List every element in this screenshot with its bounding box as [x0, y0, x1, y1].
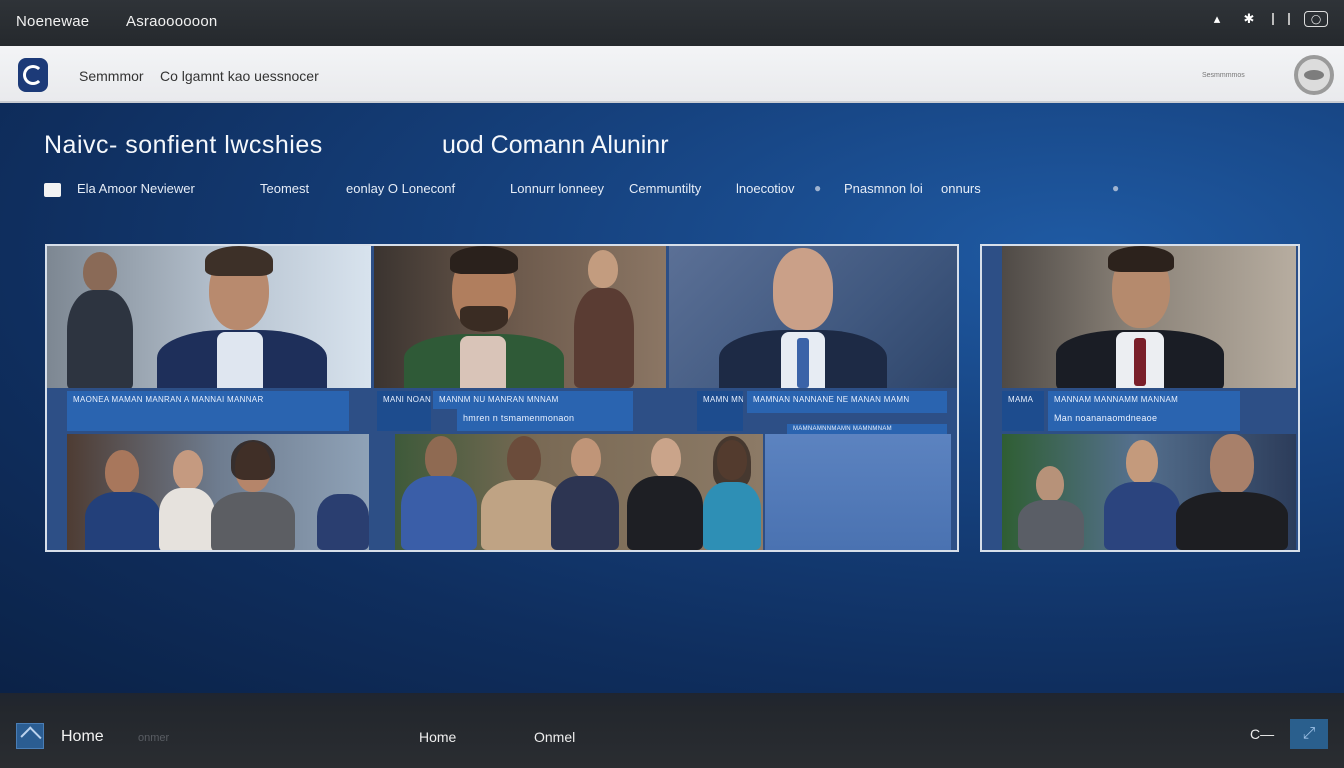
filter-row: Ela Amoor Neviewer Teomest eonlay O Lone…	[44, 181, 1144, 201]
filter-checkbox[interactable]	[44, 183, 61, 197]
main-content: Naivc- sonfient lwcshies uod Comann Alun…	[0, 103, 1344, 693]
person-photo	[701, 434, 763, 550]
bottom-link-onmel[interactable]: Onmel	[534, 729, 575, 745]
app-header: Semmmor Co lgamnt kao uessnocer Sesmmmmo…	[0, 46, 1344, 103]
caption-strip: MANNAM MANNAMM MANNAM	[1048, 391, 1240, 409]
person-photo	[147, 246, 337, 388]
divider-icon	[1288, 13, 1290, 25]
system-top-bar: Noenewae Asraoooooon ▴ ✱ ◯	[0, 0, 1344, 46]
filter-item[interactable]: eonlay O Loneconf	[346, 181, 455, 196]
photo-tile[interactable]	[1002, 434, 1296, 550]
caption-strip: MAMNAN NANNANE NE MANAN MAMN	[747, 391, 947, 413]
info-icon: ●	[814, 181, 822, 195]
avatar[interactable]	[1294, 55, 1334, 95]
photo-tile[interactable]	[395, 434, 763, 550]
person-photo	[81, 446, 165, 550]
header-nav-item-1[interactable]: Semmmor	[79, 68, 144, 84]
caption-strip: MAONEA MAMAN MANRAN A MANNAI MANNAR	[67, 391, 349, 431]
bottom-ghost-label: onmer	[138, 732, 170, 744]
logo-icon[interactable]	[18, 58, 48, 92]
filter-item[interactable]: Pnasmnon loi	[844, 181, 923, 196]
person-photo	[65, 246, 135, 388]
expand-icon[interactable]: ⤢	[1290, 719, 1328, 749]
person-photo	[1172, 434, 1292, 550]
person-photo	[570, 246, 640, 388]
settings-icon[interactable]: ✱	[1240, 10, 1258, 28]
person-photo	[394, 246, 564, 388]
window-icon[interactable]: ◯	[1304, 11, 1328, 27]
divider-icon	[1272, 13, 1274, 25]
bottom-right-key[interactable]: C—	[1250, 726, 1274, 742]
caption-strip: MAMN MN	[697, 391, 743, 431]
person-photo	[713, 246, 893, 388]
top-right-controls: ▴ ✱ ◯	[1208, 10, 1328, 28]
caption-strip: MANNM NU MANRAN MNNAM	[433, 391, 633, 409]
top-left-title: Noenewae	[16, 13, 90, 30]
page-title: Naivc- sonfient lwcshies	[44, 131, 323, 159]
photo-tile[interactable]	[1002, 246, 1296, 388]
caption-strip: MAMA	[1002, 391, 1044, 431]
app-title: Asraoooooon	[126, 13, 218, 30]
person-photo	[207, 440, 297, 550]
filter-item[interactable]: Lonnurr lonneey	[510, 181, 604, 196]
caption-strip: Man noananaomdneaoe	[1048, 409, 1240, 431]
photo-tile[interactable]	[374, 246, 666, 388]
filter-item[interactable]: Ela Amoor Neviewer	[77, 181, 195, 196]
person-photo	[399, 434, 479, 550]
bottom-link-home[interactable]: Home	[419, 729, 456, 745]
caption-strip: hmren n tsmamenmonaon	[457, 409, 633, 431]
filter-item[interactable]: onnurs	[941, 181, 981, 196]
gallery-card[interactable]: MAONEA MAMAN MANRAN A MANNAI MANNAR MANI…	[45, 244, 959, 552]
more-icon[interactable]: ●	[1112, 181, 1119, 195]
person-photo	[317, 494, 369, 550]
person-photo	[1050, 246, 1230, 388]
person-photo	[1016, 464, 1086, 550]
bottom-home-label[interactable]: Home	[61, 728, 104, 746]
chevron-up-icon[interactable]: ▴	[1208, 10, 1226, 28]
photo-tile[interactable]	[67, 434, 369, 550]
person-photo	[549, 434, 621, 550]
caption-strip: MANI NOAN	[377, 391, 431, 431]
page-subtitle: uod Comann Aluninr	[442, 131, 669, 159]
info-panel[interactable]	[765, 434, 951, 550]
filter-item[interactable]: Cemmuntilty	[629, 181, 701, 196]
home-icon[interactable]	[16, 723, 44, 749]
photo-tile[interactable]	[669, 246, 957, 388]
photo-tile[interactable]	[47, 246, 371, 388]
gallery-card[interactable]: MAMA MANNAM MANNAMM MANNAM Man noananaom…	[980, 244, 1300, 552]
header-nav-item-2[interactable]: Co lgamnt kao uessnocer	[160, 68, 319, 84]
header-right-label[interactable]: Sesmmmmos	[1202, 72, 1245, 79]
filter-item[interactable]: Teomest	[260, 181, 309, 196]
person-photo	[625, 434, 705, 550]
person-photo	[1102, 438, 1182, 550]
bottom-bar: Home onmer Home Onmel C— ⤢	[0, 693, 1344, 768]
filter-item[interactable]: lnoecotiov	[736, 181, 795, 196]
